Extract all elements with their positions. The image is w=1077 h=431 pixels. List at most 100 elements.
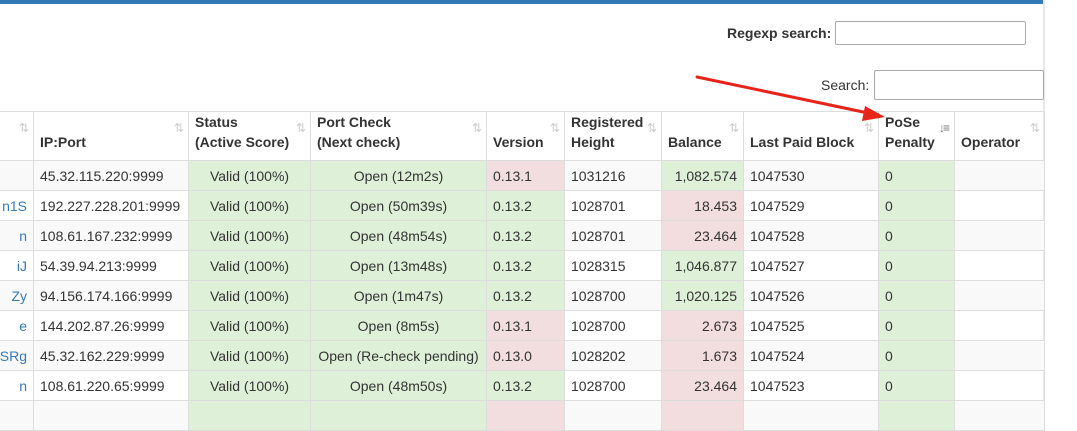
sort-icon[interactable]: ⇅ [647,118,657,138]
port-check-cell: Open (Re-check pending) [310,340,487,371]
operator-cell [954,310,1045,341]
pose-penalty-cell: 0 [878,190,955,221]
status-cell: Valid (100%) [188,310,311,341]
status-cell [188,400,311,431]
address-link[interactable]: Zy [0,288,27,304]
address-cell: SRg [0,340,34,371]
port-check-cell: Open (12m2s) [310,160,487,191]
table-row[interactable]: n 108.61.220.65:9999 Valid (100%) Open (48m… [0,370,1045,401]
column-header-port-check[interactable]: Port Check (Next check) ⇅ [310,111,487,161]
pose-penalty-cell: 0 [878,280,955,311]
address-cell: iJ [0,250,34,281]
table-row[interactable]: e 144.202.87.26:9999 Valid (100%) Open (8m5… [0,310,1045,341]
status-cell: Valid (100%) [188,370,311,401]
status-cell: Valid (100%) [188,190,311,221]
balance-cell: 23.464 [661,370,744,401]
last-paid-block-cell: 1047525 [743,310,879,341]
port-check-cell: Open (13m48s) [310,250,487,281]
version-cell: 0.13.1 [486,310,565,341]
sort-icon[interactable]: ⇅ [296,118,306,138]
table-row[interactable]: 45.32.115.220:9999 Valid (100%) Open (12m2… [0,160,1045,191]
address-cell: e [0,310,34,341]
address-link[interactable]: iJ [0,258,27,274]
sort-icon[interactable]: ⇅ [19,118,29,138]
port-check-cell: Open (8m5s) [310,310,487,341]
pose-penalty-cell: 0 [878,370,955,401]
table-header-row: ⇅ IP:Port ⇅ Status (Active Score) ⇅ Port Chec… [0,111,1045,161]
registered-height-cell: 1031216 [564,160,662,191]
sort-icon[interactable]: ⇅ [472,118,482,138]
table-row[interactable]: n 108.61.167.232:9999 Valid (100%) Open (48… [0,220,1045,251]
balance-cell: 18.453 [661,190,744,221]
version-cell: 0.13.2 [486,250,565,281]
sort-icon[interactable]: ⇅ [550,118,560,138]
status-cell: Valid (100%) [188,160,311,191]
address-link[interactable]: n [0,228,27,244]
pose-penalty-cell: 0 [878,220,955,251]
table-row[interactable]: Zy 94.156.174.166:9999 Valid (100%) Open (1… [0,280,1045,311]
regexp-search-label: Regexp search: [727,25,832,41]
column-header-line2: Last Paid Block [750,134,855,150]
ip-port-cell: 192.227.228.201:9999 [33,190,189,221]
operator-cell [954,250,1045,281]
pose-penalty-cell [878,400,955,431]
operator-cell [954,400,1045,431]
column-header-line2: IP:Port [40,134,86,150]
last-paid-block-cell: 1047526 [743,280,879,311]
table-row[interactable]: n1S 192.227.228.201:9999 Valid (100%) Open … [0,190,1045,221]
column-header-last-paid-block[interactable]: Last Paid Block ⇅ [743,111,879,161]
column-header-registered-height[interactable]: Registered Height ⇅ [564,111,662,161]
sort-icon[interactable]: ⇅ [174,118,184,138]
regexp-search-input[interactable] [835,21,1027,45]
version-cell: 0.13.2 [486,280,565,311]
sort-desc-icon[interactable]: ↓≡ [939,118,950,138]
address-link[interactable]: SRg [0,348,27,364]
last-paid-block-cell: 1047530 [743,160,879,191]
column-header-operator[interactable]: Operator ⇅ [954,111,1045,161]
ip-port-cell: 108.61.167.232:9999 [33,220,189,251]
search-input[interactable] [874,70,1045,100]
column-header-line1: Status [195,114,238,130]
address-link[interactable]: n [0,378,27,394]
last-paid-block-cell: 1047528 [743,220,879,251]
regexp-search-group: Regexp search: [727,20,1027,46]
status-cell: Valid (100%) [188,250,311,281]
column-header-line2: Operator [961,134,1021,150]
port-check-cell: Open (48m50s) [310,370,487,401]
sort-icon[interactable]: ⇅ [864,118,874,138]
version-cell: 0.13.2 [486,190,565,221]
sort-icon[interactable]: ⇅ [1030,118,1040,138]
balance-cell: 23.464 [661,220,744,251]
table-row[interactable]: SRg 45.32.162.229:9999 Valid (100%) Open (R… [0,340,1045,371]
registered-height-cell: 1028202 [564,340,662,371]
address-link[interactable]: e [0,318,27,334]
registered-height-cell: 1028700 [564,370,662,401]
port-check-cell: Open (48m54s) [310,220,487,251]
last-paid-block-cell: 1047523 [743,370,879,401]
column-header-line1: Registered [571,114,644,130]
ip-port-cell: 54.39.94.213:9999 [33,250,189,281]
last-paid-block-cell: 1047524 [743,340,879,371]
sort-icon[interactable]: ⇅ [729,118,739,138]
column-header-status[interactable]: Status (Active Score) ⇅ [188,111,311,161]
address-cell [0,400,34,431]
operator-cell [954,280,1045,311]
table-row[interactable]: iJ 54.39.94.213:9999 Valid (100%) Open (13m… [0,250,1045,281]
column-header-address[interactable]: ⇅ [0,111,34,161]
column-header-version[interactable]: Version ⇅ [486,111,565,161]
ip-port-cell: 45.32.115.220:9999 [33,160,189,191]
pose-penalty-cell: 0 [878,250,955,281]
column-header-line2: Height [571,134,615,150]
column-header-pose-penalty[interactable]: PoSe Penalty ↓≡ [878,111,955,161]
address-link[interactable]: n1S [0,198,27,214]
table-row[interactable] [0,400,1045,431]
balance-cell: 1,020.125 [661,280,744,311]
registered-height-cell [564,400,662,431]
ip-port-cell: 94.156.174.166:9999 [33,280,189,311]
search-label: Search: [821,77,870,93]
column-header-ip-port[interactable]: IP:Port ⇅ [33,111,189,161]
column-header-balance[interactable]: Balance ⇅ [661,111,744,161]
version-cell: 0.13.2 [486,370,565,401]
ip-port-cell [33,400,189,431]
port-check-cell [310,400,487,431]
